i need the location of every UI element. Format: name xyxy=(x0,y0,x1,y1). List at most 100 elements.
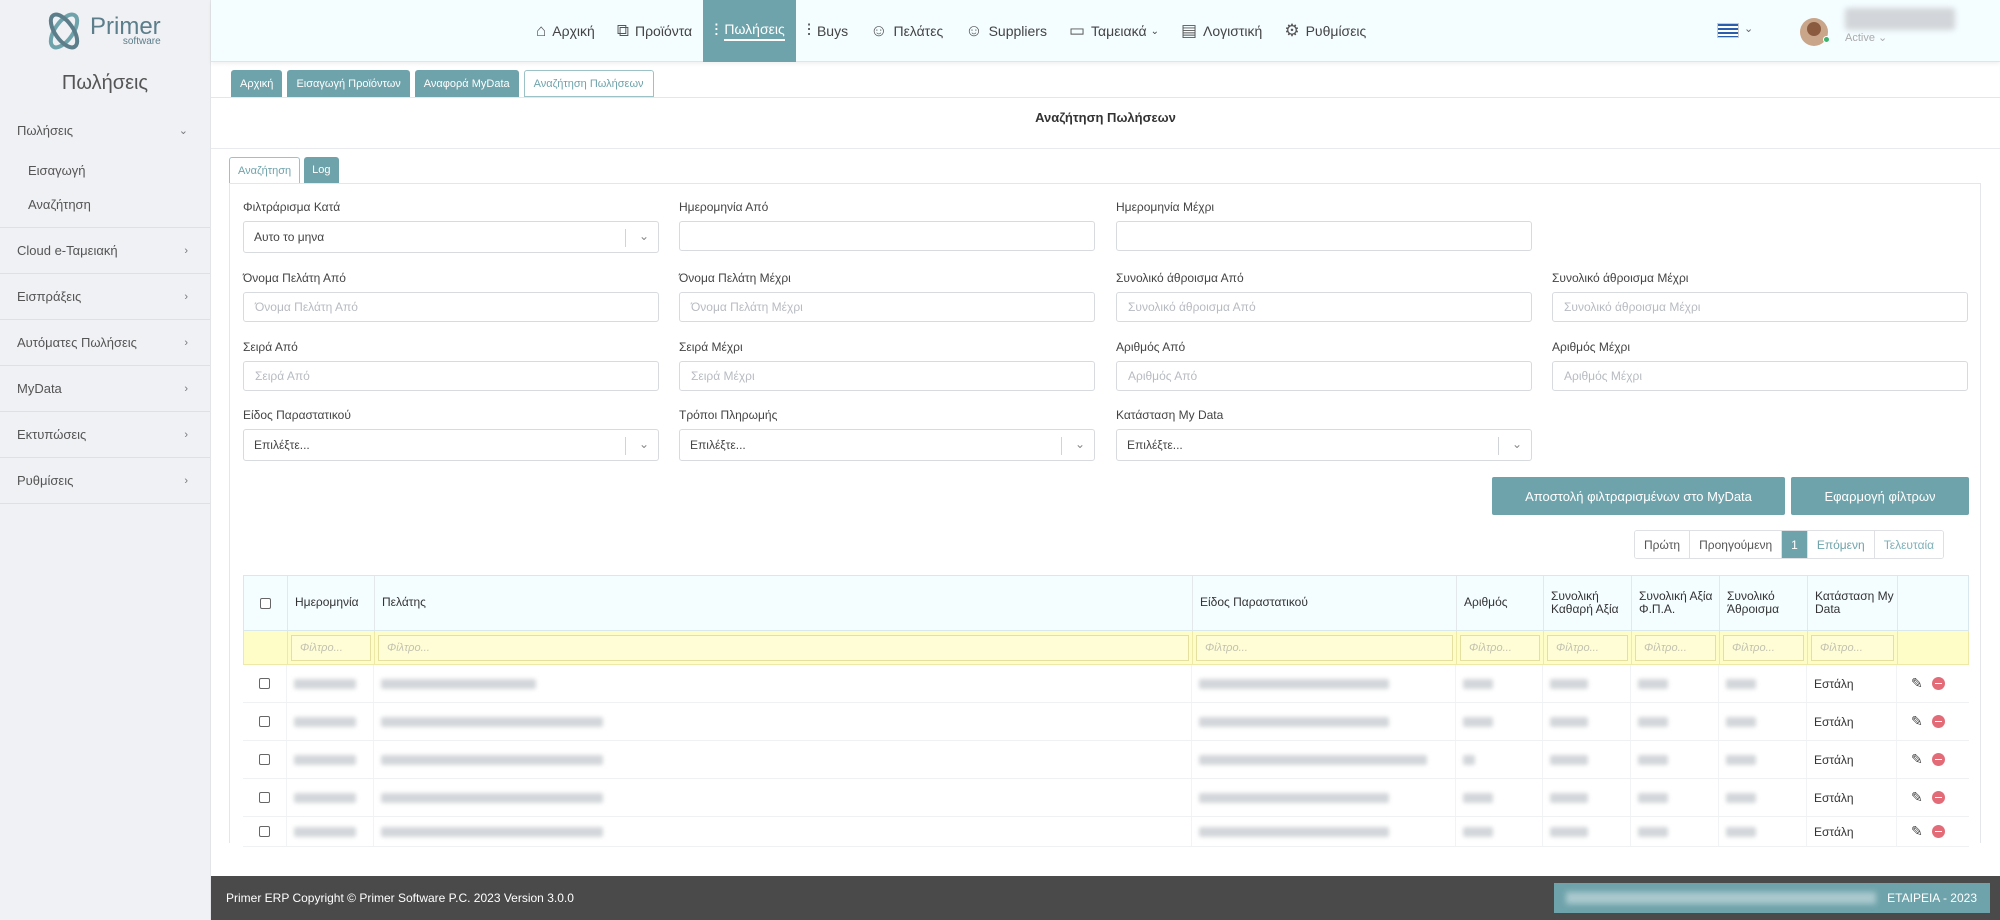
mydata-status-select[interactable]: Επιλέξτε... ⌄ xyxy=(1116,429,1532,461)
filter-status-input[interactable]: Φίλτρο... xyxy=(1811,635,1894,661)
filter-doc-type-input[interactable]: Φίλτρο... xyxy=(1196,635,1453,661)
select-all-checkbox[interactable] xyxy=(260,597,271,609)
table-row[interactable]: Εστάλη ✎ xyxy=(243,703,1969,741)
edit-icon[interactable]: ✎ xyxy=(1911,789,1923,806)
row-checkbox[interactable] xyxy=(259,826,270,837)
table-row[interactable]: Εστάλη ✎ xyxy=(243,741,1969,779)
cash-register-icon: ▭ xyxy=(1068,21,1086,40)
blurred-number xyxy=(1463,826,1493,837)
nav-label: Αρχική xyxy=(552,23,595,39)
tab-products-insert[interactable]: Εισαγωγή Προϊόντων xyxy=(287,70,410,97)
tab-home[interactable]: Αρχική xyxy=(231,70,283,97)
sidebar-item-mydata[interactable]: MyData › xyxy=(0,366,210,412)
col-net-value[interactable]: Συνολική Καθαρή Αξία xyxy=(1544,576,1632,630)
nav-settings[interactable]: ⚙ Ρυθμίσεις xyxy=(1273,0,1377,62)
customer-from-input[interactable]: Όνομα Πελάτη Από xyxy=(243,292,659,322)
filter-date-input[interactable]: Φίλτρο... xyxy=(291,635,371,661)
edit-icon[interactable]: ✎ xyxy=(1911,675,1923,692)
blurred-customer xyxy=(381,754,603,765)
row-checkbox[interactable] xyxy=(259,716,270,727)
pager-last[interactable]: Τελευταία xyxy=(1874,531,1944,558)
blurred-date xyxy=(294,716,356,727)
filter-total-input[interactable]: Φίλτρο... xyxy=(1723,635,1804,661)
col-vat-value[interactable]: Συνολική Αξία Φ.Π.Α. xyxy=(1632,576,1720,630)
col-number[interactable]: Αριθμός xyxy=(1457,576,1544,630)
series-from-input[interactable]: Σειρά Από xyxy=(243,361,659,391)
user-status[interactable]: Active ⌄ xyxy=(1845,31,1887,44)
filter-number-input[interactable]: Φίλτρο... xyxy=(1460,635,1540,661)
send-mydata-button[interactable]: Αποστολή φιλτραρισμένων στο MyData xyxy=(1492,477,1785,515)
nav-buys[interactable]: ⫶ Buys xyxy=(796,0,859,62)
tab-mydata-report[interactable]: Αναφορά MyData xyxy=(414,70,519,97)
sidebar-item-settings[interactable]: Ρυθμίσεις › xyxy=(0,458,210,504)
tab-sales-search[interactable]: Αναζήτηση Πωλήσεων xyxy=(523,70,654,97)
table-row[interactable]: Εστάλη ✎ xyxy=(243,779,1969,817)
delete-icon[interactable] xyxy=(1931,791,1945,804)
blurred-doc-type xyxy=(1199,826,1389,837)
customer-icon: ☺ xyxy=(870,21,888,40)
sidebar-item-sales[interactable]: Πωλήσεις ⌄ xyxy=(0,107,210,153)
nav-cash[interactable]: ▭ Ταμειακά ⌄ xyxy=(1058,0,1170,62)
date-to-input[interactable] xyxy=(1116,221,1532,251)
chevron-down-icon[interactable]: ⌄ xyxy=(1744,22,1753,35)
sidebar-item-receipts[interactable]: Εισπράξεις › xyxy=(0,274,210,320)
sidebar-item-auto-sales[interactable]: Αυτόματες Πωλήσεις › xyxy=(0,320,210,366)
nav-accounting[interactable]: ▤ Λογιστική xyxy=(1170,0,1273,62)
row-checkbox[interactable] xyxy=(259,678,270,689)
mydata-status-value: Επιλέξτε... xyxy=(1127,438,1183,452)
pager-first[interactable]: Πρώτη xyxy=(1635,531,1691,558)
filter-net-input[interactable]: Φίλτρο... xyxy=(1547,635,1628,661)
col-customer[interactable]: Πελάτης xyxy=(375,576,1193,630)
delete-icon[interactable] xyxy=(1931,677,1945,690)
total-to-input[interactable]: Συνολικό άθροισμα Μέχρι xyxy=(1552,292,1968,322)
pager-current[interactable]: 1 xyxy=(1782,531,1808,558)
nav-customers[interactable]: ☺ Πελάτες xyxy=(859,0,954,62)
sidebar-item-label: Εκτυπώσεις xyxy=(17,427,87,442)
delete-icon[interactable] xyxy=(1931,825,1945,838)
col-mydata-status[interactable]: Κατάσταση My Data xyxy=(1808,576,1898,630)
total-from-input[interactable]: Συνολικό άθροισμα Από xyxy=(1116,292,1532,322)
customer-to-input[interactable]: Όνομα Πελάτη Μέχρι xyxy=(679,292,1095,322)
edit-icon[interactable]: ✎ xyxy=(1911,823,1923,840)
nav-sales[interactable]: ⫶ Πωλήσεις xyxy=(703,0,796,62)
sidebar-item-cloud-cash[interactable]: Cloud e-Ταμειακή › xyxy=(0,228,210,274)
logo[interactable]: Primer software xyxy=(0,0,210,62)
tab-search[interactable]: Αναζήτηση xyxy=(229,157,301,183)
delete-icon[interactable] xyxy=(1931,753,1945,766)
sidebar-subitem-search[interactable]: Αναζήτηση xyxy=(0,187,210,221)
date-from-input[interactable] xyxy=(679,221,1095,251)
edit-icon[interactable]: ✎ xyxy=(1911,751,1923,768)
table-header: Ημερομηνία Πελάτης Είδος Παραστατικού Αρ… xyxy=(243,575,1969,631)
apply-filters-button[interactable]: Εφαρμογή φίλτρων xyxy=(1791,477,1969,515)
col-total[interactable]: Συνολικό Άθροισμα xyxy=(1720,576,1808,630)
filter-vat-input[interactable]: Φίλτρο... xyxy=(1635,635,1716,661)
col-doc-type[interactable]: Είδος Παραστατικού xyxy=(1193,576,1457,630)
tab-log[interactable]: Log xyxy=(304,157,339,183)
filter-customer-input[interactable]: Φίλτρο... xyxy=(378,635,1189,661)
table-row[interactable]: Εστάλη ✎ xyxy=(243,665,1969,703)
doc-type-select[interactable]: Επιλέξτε... ⌄ xyxy=(243,429,659,461)
payment-select[interactable]: Επιλέξτε... ⌄ xyxy=(679,429,1095,461)
blurred-vat xyxy=(1638,826,1668,837)
greek-flag-icon[interactable] xyxy=(1717,23,1739,38)
divider xyxy=(211,97,2000,98)
sidebar-item-prints[interactable]: Εκτυπώσεις › xyxy=(0,412,210,458)
sidebar-subitem-insert[interactable]: Εισαγωγή xyxy=(0,153,210,187)
number-from-input[interactable]: Αριθμός Από xyxy=(1116,361,1532,391)
nav-suppliers[interactable]: ☺ Suppliers xyxy=(954,0,1058,62)
row-checkbox[interactable] xyxy=(259,754,270,765)
number-to-input[interactable]: Αριθμός Μέχρι xyxy=(1552,361,1968,391)
pager-next[interactable]: Επόμενη xyxy=(1807,531,1875,558)
edit-icon[interactable]: ✎ xyxy=(1911,713,1923,730)
table-row[interactable]: Εστάλη ✎ xyxy=(243,817,1969,847)
series-to-input[interactable]: Σειρά Μέχρι xyxy=(679,361,1095,391)
row-checkbox[interactable] xyxy=(259,792,270,803)
delete-icon[interactable] xyxy=(1931,715,1945,728)
filter-by-select[interactable]: Αυτο το μηνα ⌄ xyxy=(243,221,659,253)
nav-home[interactable]: ⌂ Αρχική xyxy=(525,0,606,62)
col-date[interactable]: Ημερομηνία xyxy=(288,576,375,630)
blurred-net xyxy=(1550,754,1588,765)
nav-products[interactable]: ⧉ Προϊόντα xyxy=(606,0,703,62)
filter-by-value: Αυτο το μηνα xyxy=(254,230,325,244)
pager-prev[interactable]: Προηγούμενη xyxy=(1690,531,1783,558)
